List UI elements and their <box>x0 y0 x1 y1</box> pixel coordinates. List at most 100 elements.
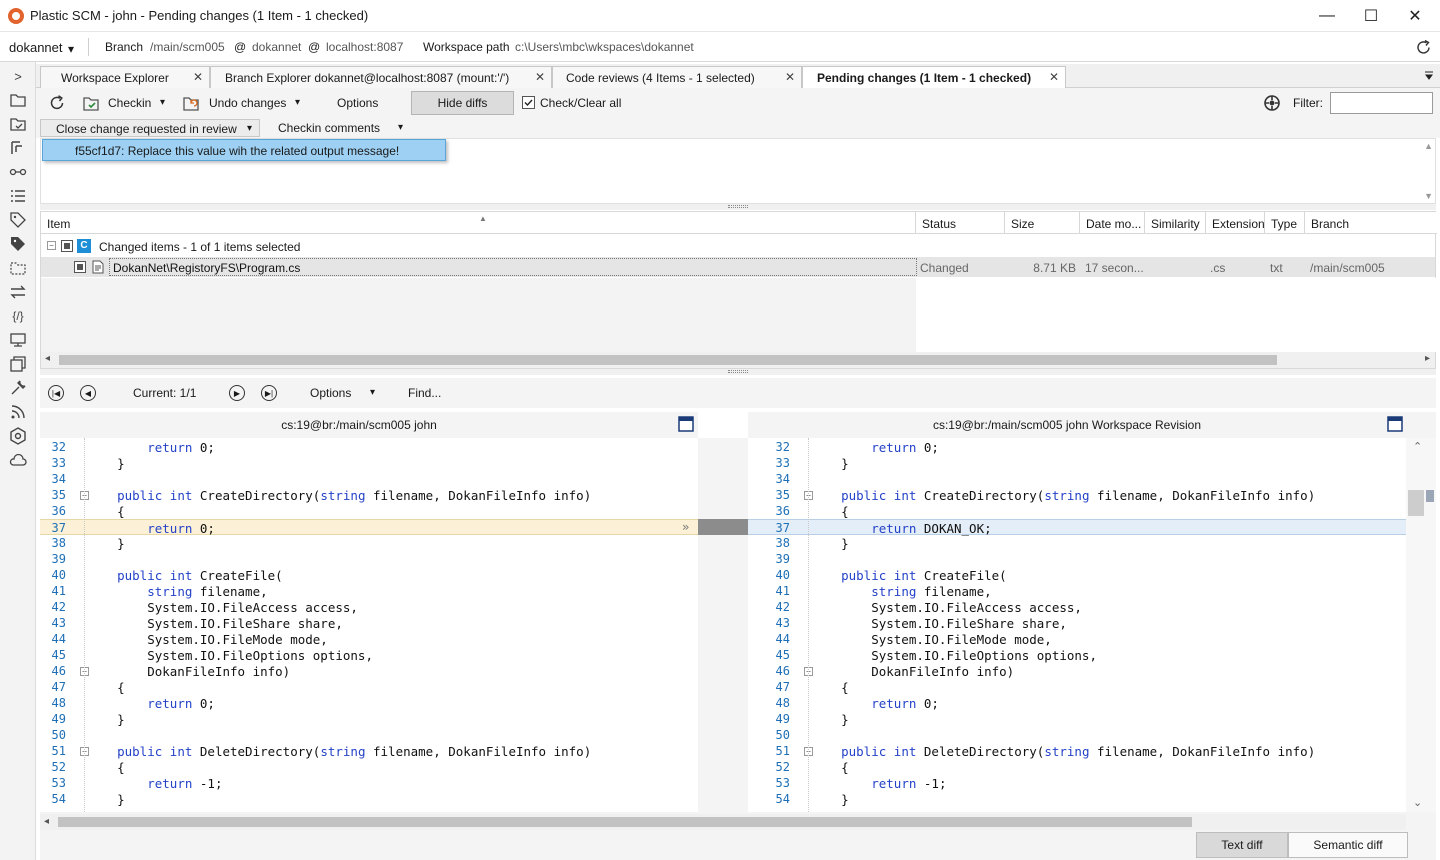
previous-difference-icon[interactable]: ◀ <box>80 385 96 401</box>
branch-icon[interactable] <box>8 138 28 158</box>
close-button[interactable]: ✕ <box>1392 0 1438 32</box>
scroll-down-icon[interactable]: ⌄ <box>1413 796 1422 809</box>
refresh-icon[interactable] <box>48 94 66 112</box>
windows-icon[interactable] <box>8 354 28 374</box>
maximize-pane-icon[interactable] <box>1387 416 1403 432</box>
maximize-pane-icon[interactable] <box>678 416 694 432</box>
column-header-date[interactable]: Date mo... <box>1080 212 1145 234</box>
collapse-group-icon[interactable]: − <box>47 241 56 250</box>
code-line: 44 System.IO.FileMode mode, <box>748 631 1406 647</box>
line-number: 33 <box>775 456 790 470</box>
rss-icon[interactable] <box>8 402 28 422</box>
table-row[interactable]: DokanNet\RegistoryFS\Program.cs Changed … <box>41 257 1435 277</box>
checkin-button[interactable]: Checkin <box>108 96 151 110</box>
next-difference-icon[interactable]: ▶ <box>229 385 245 401</box>
row-checkbox[interactable] <box>74 261 86 273</box>
scroll-right-icon[interactable]: ▸ <box>1425 353 1430 364</box>
splitter-handle[interactable] <box>40 204 1436 210</box>
scroll-left-icon[interactable]: ◂ <box>44 816 49 827</box>
first-difference-icon[interactable]: |◀ <box>48 385 64 401</box>
tab-code-reviews[interactable]: Code reviews (4 Items - 1 selected) ✕ <box>552 66 802 88</box>
plastic-icon[interactable] <box>8 426 28 446</box>
review-comment-menu-item[interactable]: f55cf1d7: Replace this value wih the rel… <box>42 139 446 161</box>
close-tab-icon[interactable]: ✕ <box>193 70 203 84</box>
list-icon[interactable] <box>8 186 28 206</box>
undo-dropdown-icon[interactable]: ▾ <box>295 97 300 108</box>
left-diff-pane[interactable]: 32 return 0; 33 } 34 35− public int CreateD… <box>40 438 698 812</box>
tab-workspace-explorer[interactable]: Workspace Explorer ✕ <box>40 66 210 88</box>
fold-guide <box>84 438 85 812</box>
dashed-folder-icon[interactable] <box>8 258 28 278</box>
column-header-size[interactable]: Size <box>1005 212 1080 234</box>
right-diff-pane[interactable]: 32 return 0; 33 } 34 35− public int CreateD… <box>748 438 1406 812</box>
hide-diffs-button[interactable]: Hide diffs <box>411 91 514 115</box>
label-icon[interactable] <box>8 210 28 230</box>
check-clear-all-label[interactable]: Check/Clear all <box>540 96 621 110</box>
text-diff-button[interactable]: Text diff <box>1196 832 1288 858</box>
column-header-similarity[interactable]: Similarity <box>1145 212 1206 234</box>
cloud-icon[interactable] <box>8 450 28 470</box>
refresh-icon[interactable] <box>1415 39 1432 56</box>
scrollbar-thumb[interactable] <box>59 355 1277 365</box>
close-change-requested-dropdown[interactable]: Close change requested in review ▾ <box>40 119 260 137</box>
column-header-type[interactable]: Type <box>1265 212 1305 234</box>
changed-file-icon <box>92 260 104 274</box>
code-line: 42 System.IO.FileAccess access, <box>40 599 698 615</box>
labels-icon[interactable] <box>8 234 28 254</box>
scrollbar-thumb[interactable] <box>1408 490 1424 516</box>
maximize-button[interactable]: ☐ <box>1348 0 1394 32</box>
semantic-diff-button[interactable]: Semantic diff <box>1288 832 1408 858</box>
checkin-dropdown-icon[interactable]: ▾ <box>160 97 165 108</box>
horizontal-scrollbar[interactable]: ◂ <box>40 814 1406 830</box>
folder-check-icon[interactable] <box>8 114 28 134</box>
sort-ascending-icon: ▲ <box>479 214 487 223</box>
close-tab-icon[interactable]: ✕ <box>1049 70 1059 84</box>
horizontal-scrollbar[interactable]: ◂ ▸ <box>41 352 1435 368</box>
options-button[interactable]: Options <box>337 96 378 110</box>
wrench-icon[interactable] <box>8 378 28 398</box>
branch-value: /main/scm005 <box>150 40 225 54</box>
scroll-up-icon[interactable]: ⌃ <box>1413 440 1422 453</box>
group-row[interactable]: − C Changed items - 1 of 1 items selecte… <box>41 236 917 256</box>
tab-pending-changes[interactable]: Pending changes (1 Item - 1 checked) ✕ <box>802 66 1066 89</box>
checkin-comments-dropdown[interactable]: Checkin comments ▾ <box>264 119 412 137</box>
checkin-icon[interactable] <box>82 94 100 112</box>
scroll-down-icon[interactable]: ▼ <box>1424 191 1433 201</box>
expand-sidebar-icon[interactable]: > <box>8 66 28 86</box>
diff-options-button[interactable]: Options <box>310 386 351 400</box>
last-difference-icon[interactable]: ▶| <box>261 385 277 401</box>
filter-input[interactable] <box>1330 92 1433 114</box>
close-tab-icon[interactable]: ✕ <box>785 70 795 84</box>
code-text: System.IO.FileOptions options, <box>87 648 373 663</box>
undo-changes-icon[interactable] <box>182 94 200 112</box>
workspace-selector[interactable]: dokannet <box>9 40 63 55</box>
minimize-button[interactable]: — <box>1304 0 1350 32</box>
changeset-icon[interactable] <box>8 162 28 182</box>
tab-branch-explorer[interactable]: Branch Explorer dokannet@localhost:8087 … <box>210 66 552 88</box>
group-checkbox[interactable] <box>61 240 73 252</box>
diff-options-dropdown-icon[interactable]: ▾ <box>370 387 375 398</box>
check-clear-all-checkbox[interactable] <box>522 96 535 109</box>
sync-icon[interactable] <box>8 282 28 302</box>
find-button[interactable]: Find... <box>408 386 441 400</box>
scrollbar-thumb[interactable] <box>58 817 1192 827</box>
monitor-icon[interactable] <box>8 330 28 350</box>
close-tab-icon[interactable]: ✕ <box>535 70 545 84</box>
code-icon[interactable]: {/} <box>8 306 28 326</box>
column-header-extension[interactable]: Extension <box>1206 212 1265 234</box>
vertical-scrollbar[interactable]: ⌃ ⌄ <box>1406 438 1436 812</box>
filter-settings-icon[interactable] <box>1263 94 1281 112</box>
apply-change-icon[interactable]: » <box>682 520 689 534</box>
scroll-up-icon[interactable]: ▲ <box>1424 141 1433 151</box>
tab-list-icon[interactable] <box>1424 70 1434 80</box>
folder-icon[interactable] <box>8 90 28 110</box>
workspace-dropdown-icon[interactable]: ▾ <box>68 42 74 56</box>
scroll-left-icon[interactable]: ◂ <box>45 353 50 364</box>
column-header-branch[interactable]: Branch <box>1305 212 1437 234</box>
column-header-status[interactable]: Status <box>916 212 1005 234</box>
splitter-handle[interactable] <box>40 369 1436 375</box>
undo-changes-button[interactable]: Undo changes <box>209 96 286 110</box>
chevron-down-icon: ▾ <box>247 123 253 134</box>
tab-label: Branch Explorer dokannet@localhost:8087 … <box>225 71 510 85</box>
line-number: 33 <box>51 456 66 470</box>
